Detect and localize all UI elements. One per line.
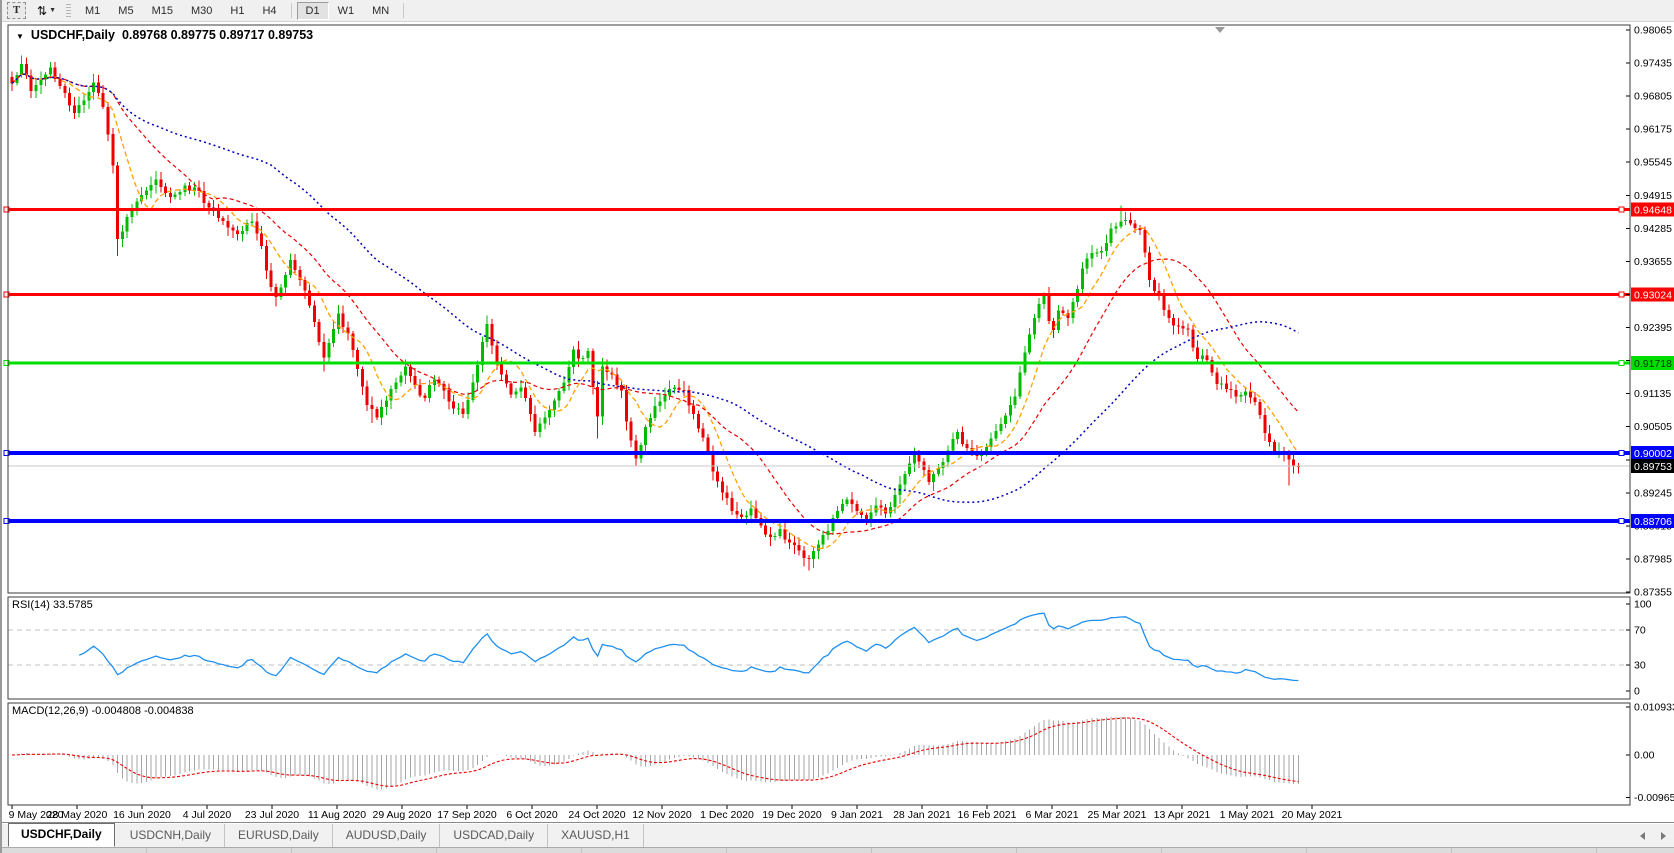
svg-text:11 Aug 2020: 11 Aug 2020: [308, 809, 366, 821]
ma-55-line: [11, 73, 1299, 504]
svg-text:0.00: 0.00: [1634, 750, 1655, 762]
rsi-line: [78, 612, 1299, 682]
svg-text:16 Jun 2020: 16 Jun 2020: [113, 809, 171, 821]
chart-shift-marker-icon: [1215, 27, 1225, 33]
svg-text:0.96805: 0.96805: [1634, 91, 1672, 103]
chevron-down-icon: ▼: [49, 7, 56, 14]
chart-title: ▼ USDCHF,Daily 0.89768 0.89775 0.89717 0…: [16, 28, 313, 42]
panel-splitter[interactable]: [2, 699, 1674, 703]
svg-text:0.89245: 0.89245: [1634, 487, 1672, 499]
rsi-indicator-label: RSI(14) 33.5785: [12, 599, 93, 611]
macd-signal-line: [11, 717, 1299, 787]
svg-text:6 Oct 2020: 6 Oct 2020: [506, 809, 558, 821]
tab-usdcad-daily[interactable]: USDCAD,Daily: [440, 824, 549, 847]
tab-audusd-daily[interactable]: AUDUSD,Daily: [333, 824, 441, 847]
chart-ohlc-values: 0.89768 0.89775 0.89717 0.89753: [121, 28, 314, 42]
svg-text:28 May 2020: 28 May 2020: [47, 809, 108, 821]
chart-symbol-period: USDCHF,Daily: [30, 28, 115, 42]
toolbar-separator: [403, 3, 405, 18]
svg-text:16 Feb 2021: 16 Feb 2021: [958, 809, 1017, 821]
svg-text:1 May 2021: 1 May 2021: [1220, 809, 1275, 821]
text-tool-label: T: [12, 4, 21, 16]
svg-text:0.98065: 0.98065: [1634, 25, 1672, 37]
svg-text:0.93024: 0.93024: [1634, 290, 1672, 302]
tab-usdchf-daily[interactable]: USDCHF,Daily: [8, 823, 115, 847]
timeframe-h4-button[interactable]: H4: [253, 2, 285, 20]
status-strip: [2, 847, 1674, 853]
toolbar-grip: [66, 3, 71, 18]
svg-text:0.94915: 0.94915: [1634, 190, 1672, 202]
tab-scroll-left-icon[interactable]: [1640, 832, 1645, 840]
tab-scroll-right-icon[interactable]: [1661, 832, 1666, 840]
svg-text:1 Dec 2020: 1 Dec 2020: [700, 809, 754, 821]
timeframe-w1-button[interactable]: W1: [329, 2, 364, 20]
svg-text:0.010933: 0.010933: [1634, 702, 1674, 714]
chart-canvas[interactable]: 0.98065 0.97435 0.96805 0.96175 0.95545 0.949…: [2, 0, 1674, 853]
tab-eurusd-daily[interactable]: EURUSD,Daily: [225, 824, 333, 847]
svg-text:0.93655: 0.93655: [1634, 256, 1672, 268]
svg-text:0.97435: 0.97435: [1634, 58, 1672, 70]
panel-splitter[interactable]: [2, 593, 1674, 597]
svg-text:0.89753: 0.89753: [1634, 461, 1672, 473]
toolbar: T ⇅ ▼ M1 M5 M15 M30 H1 H4 D1 W1 MN: [2, 0, 1674, 22]
toolbar-separator: [290, 3, 292, 18]
mt4-window: T ⇅ ▼ M1 M5 M15 M30 H1 H4 D1 W1 MN 0.980…: [0, 0, 1674, 853]
svg-text:0.90505: 0.90505: [1634, 421, 1672, 433]
svg-text:13 Apr 2021: 13 Apr 2021: [1154, 809, 1211, 821]
svg-text:29 Aug 2020: 29 Aug 2020: [373, 809, 432, 821]
svg-text:0.91135: 0.91135: [1634, 388, 1671, 400]
svg-text:0.94285: 0.94285: [1634, 223, 1672, 235]
tab-usdcnh-daily[interactable]: USDCNH,Daily: [117, 824, 226, 847]
timeframe-h1-button[interactable]: H1: [221, 2, 253, 20]
cycle-arrows-icon: ⇅: [37, 3, 48, 18]
symbol-dropdown-icon[interactable]: ▼: [16, 32, 24, 41]
chart-cycle-button[interactable]: ⇅ ▼: [32, 2, 61, 20]
svg-text:-0.009653: -0.009653: [1634, 792, 1674, 804]
text-tool-button[interactable]: T: [7, 2, 26, 19]
svg-text:17 Sep 2020: 17 Sep 2020: [437, 809, 497, 821]
svg-text:0.92395: 0.92395: [1634, 322, 1672, 334]
svg-text:0: 0: [1634, 686, 1640, 698]
svg-text:20 May 2021: 20 May 2021: [1282, 809, 1343, 821]
svg-text:0.94648: 0.94648: [1634, 204, 1672, 216]
svg-text:12 Nov 2020: 12 Nov 2020: [632, 809, 692, 821]
timeframe-m5-button[interactable]: M5: [109, 2, 142, 20]
svg-text:100: 100: [1634, 599, 1652, 611]
svg-text:0.91718: 0.91718: [1634, 358, 1672, 370]
timeframe-m15-button[interactable]: M15: [143, 2, 182, 20]
svg-text:25 Mar 2021: 25 Mar 2021: [1088, 809, 1147, 821]
svg-text:9 Jan 2021: 9 Jan 2021: [831, 809, 883, 821]
timeframe-mn-button[interactable]: MN: [363, 2, 398, 20]
svg-text:0.90002: 0.90002: [1634, 448, 1672, 460]
timeframe-m30-button[interactable]: M30: [182, 2, 221, 20]
svg-text:23 Jul 2020: 23 Jul 2020: [245, 809, 299, 821]
svg-text:30: 30: [1634, 659, 1646, 671]
symbol-tab-bar: USDCHF,Daily USDCNH,Daily EURUSD,Daily A…: [2, 822, 1674, 847]
svg-text:6 Mar 2021: 6 Mar 2021: [1025, 809, 1078, 821]
svg-text:70: 70: [1634, 625, 1646, 637]
svg-text:28 Jan 2021: 28 Jan 2021: [893, 809, 951, 821]
svg-text:0.88706: 0.88706: [1634, 516, 1672, 528]
timeframe-d1-button[interactable]: D1: [296, 1, 329, 20]
svg-text:4 Jul 2020: 4 Jul 2020: [183, 809, 232, 821]
svg-text:24 Oct 2020: 24 Oct 2020: [568, 809, 625, 821]
svg-text:0.96175: 0.96175: [1634, 124, 1672, 136]
macd-indicator-label: MACD(12,26,9) -0.004808 -0.004838: [12, 705, 194, 717]
tab-xauusd-h1[interactable]: XAUUSD,H1: [548, 824, 644, 847]
svg-text:0.87985: 0.87985: [1634, 553, 1672, 565]
svg-text:19 Dec 2020: 19 Dec 2020: [762, 809, 822, 821]
timeframe-m1-button[interactable]: M1: [76, 2, 109, 20]
svg-text:0.95545: 0.95545: [1634, 157, 1672, 169]
